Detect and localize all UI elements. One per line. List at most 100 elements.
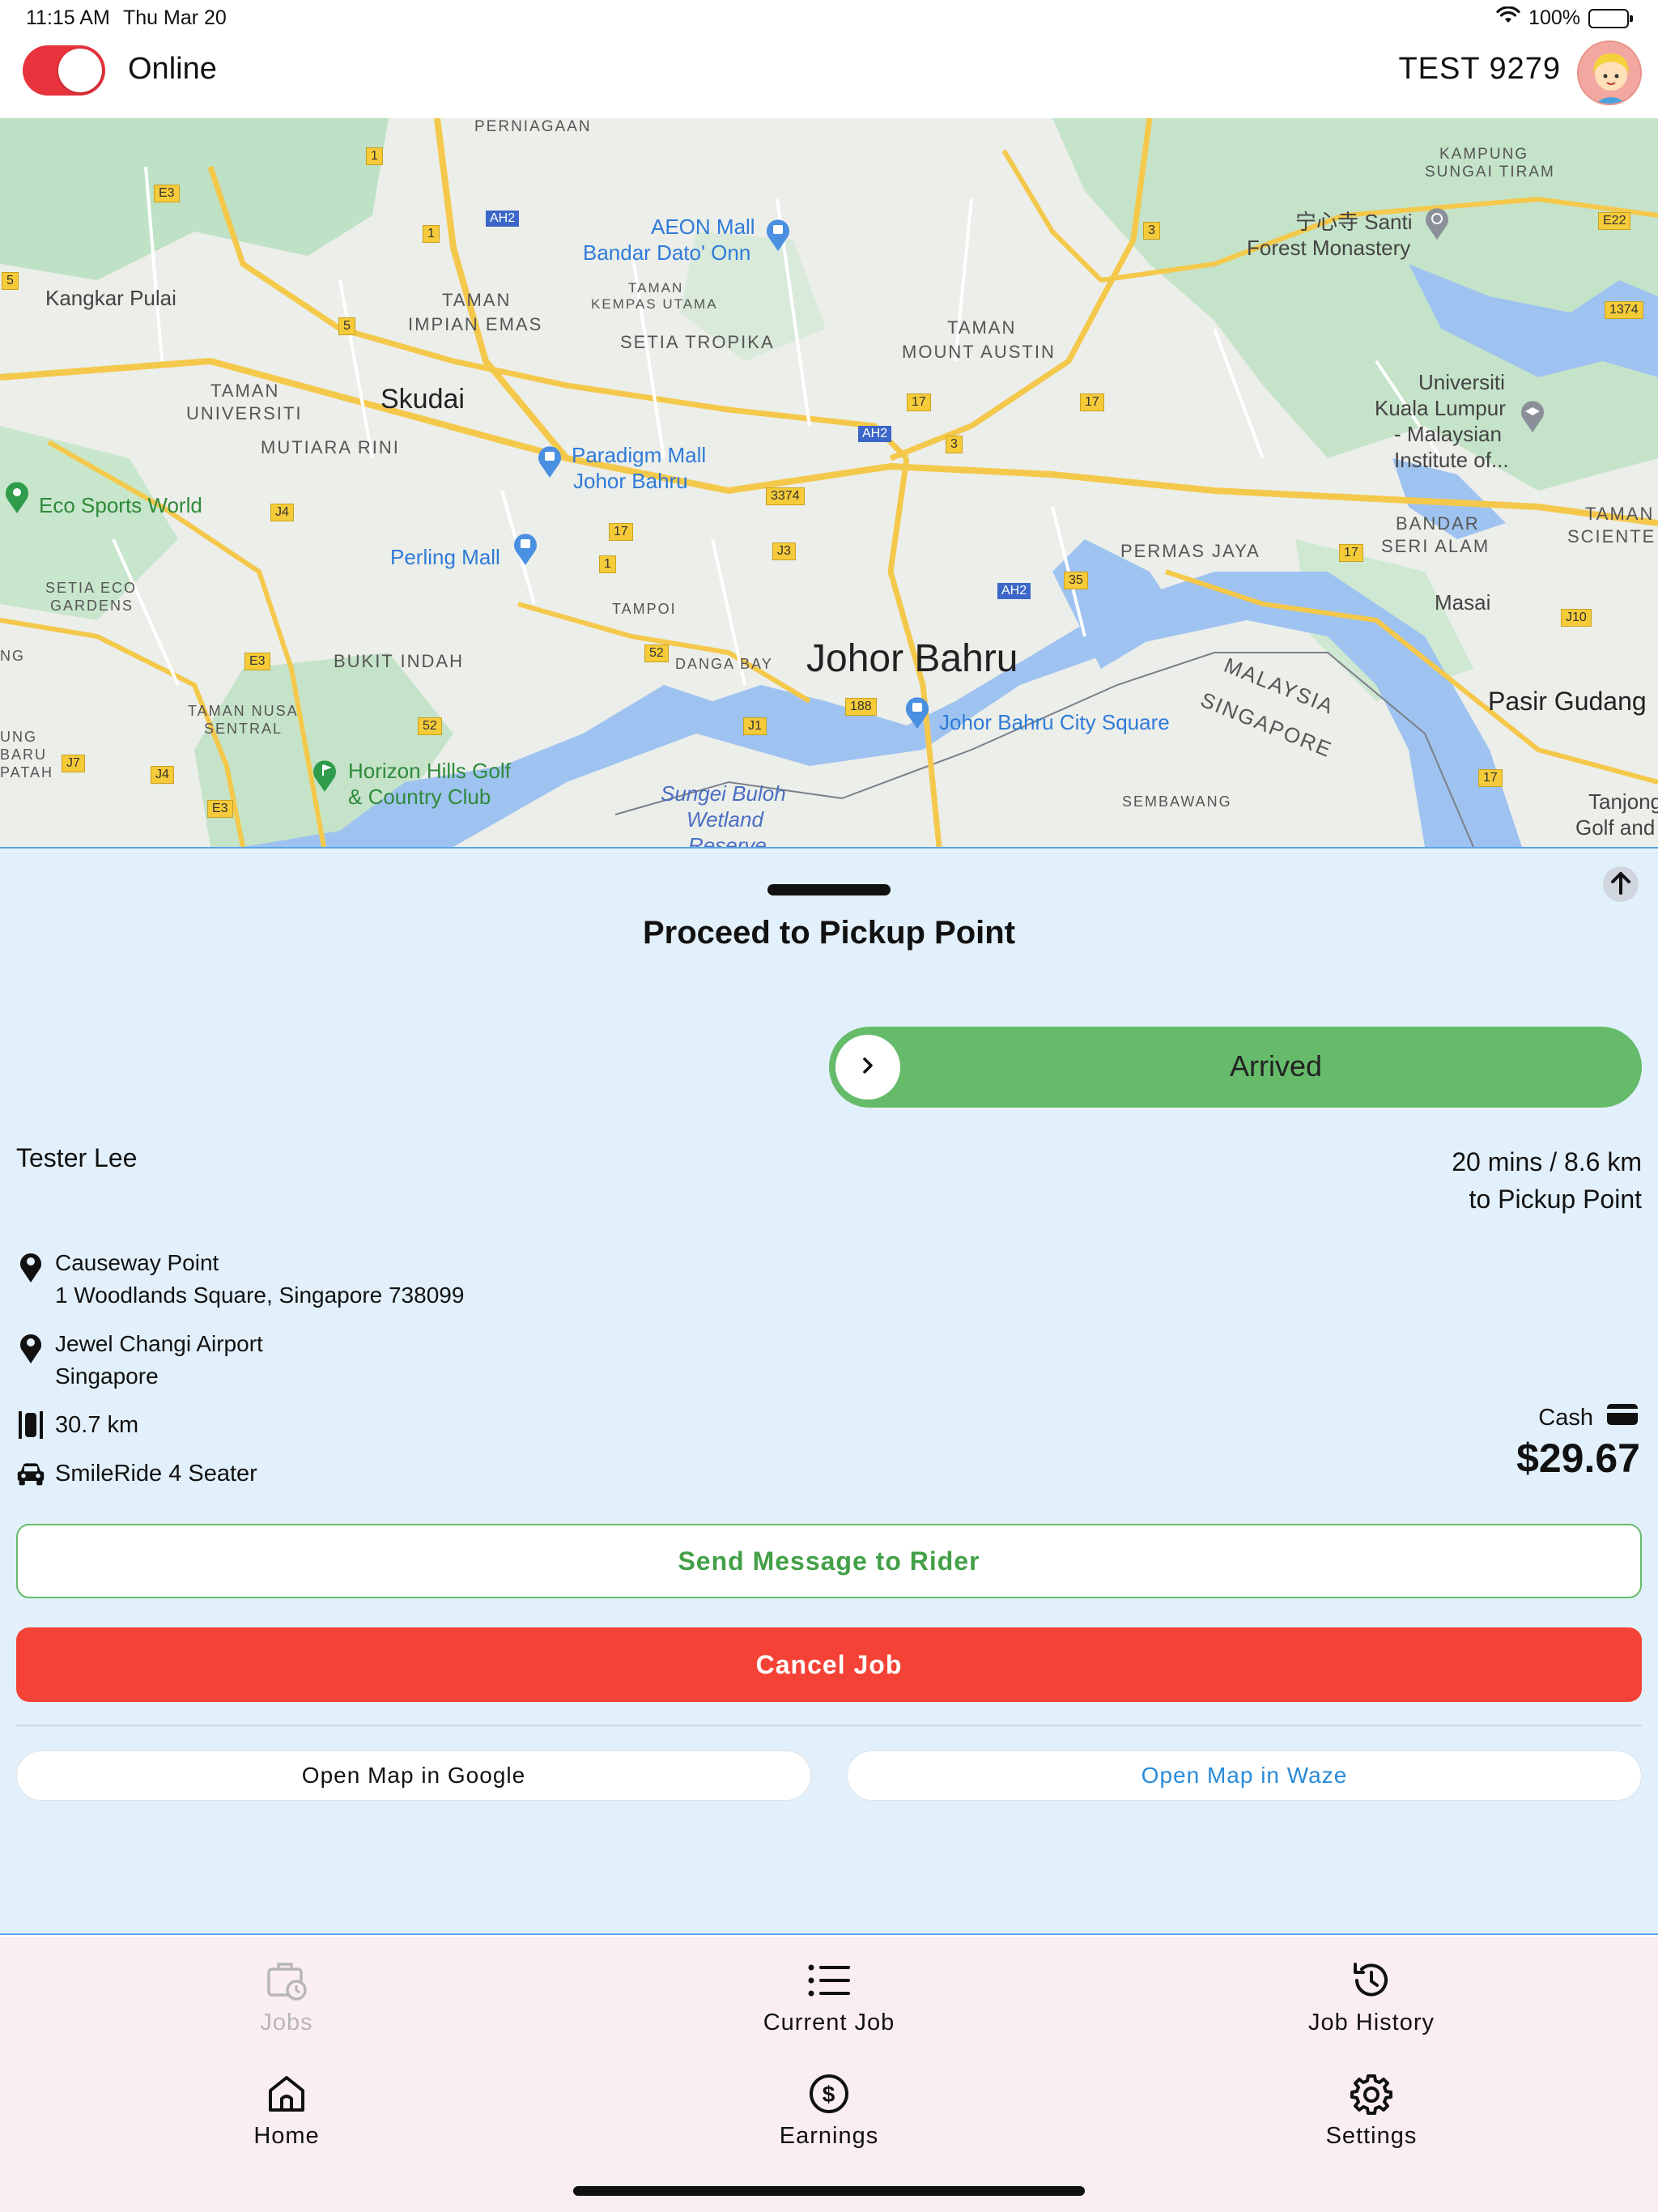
eta-info: 20 mins / 8.6 km to Pickup Point	[1452, 1143, 1642, 1218]
shopping-pin-icon[interactable]	[536, 444, 563, 482]
location-pin-icon	[16, 1247, 45, 1283]
road-shield: 52	[644, 644, 669, 662]
drag-handle[interactable]	[767, 884, 891, 895]
road-shield: 1	[366, 147, 383, 165]
road-shield: E3	[154, 185, 180, 202]
send-message-button[interactable]: Send Message to Rider	[16, 1524, 1642, 1598]
map-poi-label[interactable]: Wetland	[687, 806, 763, 832]
nav-home-label: Home	[253, 2123, 320, 2149]
dropoff-street: Singapore	[55, 1363, 159, 1389]
map-poi-label[interactable]: AEON Mall	[651, 214, 755, 240]
map-poi-label[interactable]: Perling Mall	[390, 544, 500, 570]
road-shield: E3	[207, 800, 233, 818]
nav-current-job[interactable]: Current Job	[667, 1956, 991, 2036]
map-label: Skudai	[380, 384, 465, 415]
home-icon	[125, 2069, 449, 2118]
road-shield: 1	[599, 555, 616, 573]
golf-pin-icon[interactable]	[311, 758, 338, 796]
map-view[interactable]: PERNIAGAAN KAMPUNG SUNGAI TIRAM Kangkar …	[0, 118, 1658, 847]
map-label: PERMAS JAYA	[1120, 541, 1261, 561]
map-poi-label[interactable]: Universiti	[1418, 369, 1505, 395]
map-label: SETIA TROPIKA	[620, 332, 775, 352]
road-shield: E22	[1598, 212, 1631, 230]
map-poi-label[interactable]: & Country Club	[348, 784, 491, 810]
nav-home[interactable]: Home	[125, 2069, 449, 2150]
map-poi-label[interactable]: - Malaysian	[1394, 421, 1502, 447]
divider	[16, 1725, 1642, 1726]
map-poi-label[interactable]: Reserve	[688, 832, 767, 847]
map-label: MUTIARA RINI	[261, 437, 400, 457]
road-shield: E3	[244, 653, 270, 670]
map-poi-label[interactable]: Sungei Buloh	[661, 781, 786, 806]
map-poi-label[interactable]: Eco Sports World	[39, 492, 202, 518]
map-label: UNIVERSITI	[186, 403, 303, 423]
online-toggle[interactable]	[23, 45, 105, 96]
arrived-slider[interactable]: Arrived	[829, 1027, 1642, 1108]
eta-distance: 20 mins / 8.6 km	[1452, 1147, 1642, 1176]
arrow-up-icon	[1609, 870, 1632, 899]
map-label: SEMBAWANG	[1122, 793, 1232, 810]
battery-percent: 100%	[1528, 6, 1580, 29]
open-google-maps-button[interactable]: Open Map in Google	[16, 1750, 811, 1801]
temple-pin-icon[interactable]	[1423, 206, 1451, 244]
avatar-illustration-icon	[1579, 42, 1640, 104]
job-briefcase-icon	[125, 1956, 449, 2005]
map-label: TAMPOI	[612, 601, 677, 617]
map-poi-label[interactable]: Bandar Dato' Onn	[583, 240, 750, 266]
road-shield: 17	[1080, 393, 1104, 411]
status-date: Thu Mar 20	[123, 6, 227, 29]
map-label: KEMPAS UTAMA	[591, 296, 718, 312]
nav-earnings[interactable]: $ Earnings	[667, 2069, 991, 2150]
map-label: TAMAN	[628, 280, 684, 296]
cancel-job-button[interactable]: Cancel Job	[16, 1627, 1642, 1702]
map-poi-label[interactable]: Horizon Hills Golf	[348, 758, 511, 784]
nav-job-history[interactable]: Job History	[1209, 1956, 1533, 2036]
road-shield: AH2	[858, 426, 892, 442]
road-shield: 5	[2, 272, 19, 290]
status-time: 11:15 AM	[26, 6, 110, 29]
road-shield: J3	[772, 542, 796, 560]
map-poi-label[interactable]: Paradigm Mall	[572, 442, 706, 468]
map-label: IMPIAN EMAS	[408, 314, 543, 334]
map-poi-label[interactable]: 宁心寺 Santi	[1295, 209, 1413, 235]
road-shield: 3	[946, 436, 963, 453]
map-label: NG	[0, 648, 25, 664]
park-pin-icon[interactable]	[3, 479, 31, 517]
map-poi-label[interactable]: Johor Bahru City Square	[939, 709, 1170, 735]
map-label: Pasir Gudang	[1488, 687, 1647, 716]
eta-destination: to Pickup Point	[1469, 1185, 1642, 1214]
dropoff-address: Jewel Changi Airport Singapore	[16, 1328, 263, 1393]
nav-settings[interactable]: Settings	[1209, 2069, 1533, 2150]
shopping-pin-icon[interactable]	[512, 531, 539, 569]
map-label: TAMAN	[947, 317, 1017, 338]
shopping-pin-icon[interactable]	[903, 695, 931, 733]
map-poi-label[interactable]: Forest Monastery	[1247, 235, 1410, 261]
map-label: TAMAN	[1585, 504, 1655, 524]
map-poi-label[interactable]: Johor Bahru	[573, 468, 688, 494]
map-poi-label[interactable]: Kuala Lumpur	[1375, 395, 1506, 421]
shopping-pin-icon[interactable]	[764, 217, 792, 255]
bottom-navigation: Jobs Current Job Job History Home $ Earn…	[0, 1937, 1658, 2212]
map-label: MOUNT AUSTIN	[902, 342, 1056, 362]
home-indicator[interactable]	[573, 2186, 1085, 2196]
avatar[interactable]	[1577, 40, 1642, 105]
nav-earnings-label: Earnings	[779, 2123, 879, 2149]
nav-jobs[interactable]: Jobs	[125, 1956, 449, 2036]
map-label: DANGA BAY	[675, 656, 773, 672]
nav-current-job-label: Current Job	[763, 2010, 895, 2035]
open-waze-button[interactable]: Open Map in Waze	[847, 1750, 1642, 1801]
school-pin-icon[interactable]	[1519, 398, 1546, 436]
road-icon	[16, 1410, 45, 1440]
history-icon	[1209, 1956, 1533, 2005]
driver-name: TEST 9279	[1398, 52, 1561, 86]
rider-name: Tester Lee	[16, 1143, 138, 1172]
payment-method-label: Cash	[1538, 1404, 1593, 1431]
road-shield: 1374	[1605, 301, 1643, 319]
map-label: SENTRAL	[204, 721, 283, 737]
map-label: BUKIT INDAH	[334, 651, 464, 671]
map-poi-label[interactable]: Institute of...	[1394, 447, 1509, 473]
map-label: GARDENS	[50, 598, 134, 614]
fare-amount: $29.67	[1516, 1436, 1640, 1481]
wifi-icon	[1496, 6, 1520, 30]
expand-button[interactable]	[1603, 866, 1639, 902]
